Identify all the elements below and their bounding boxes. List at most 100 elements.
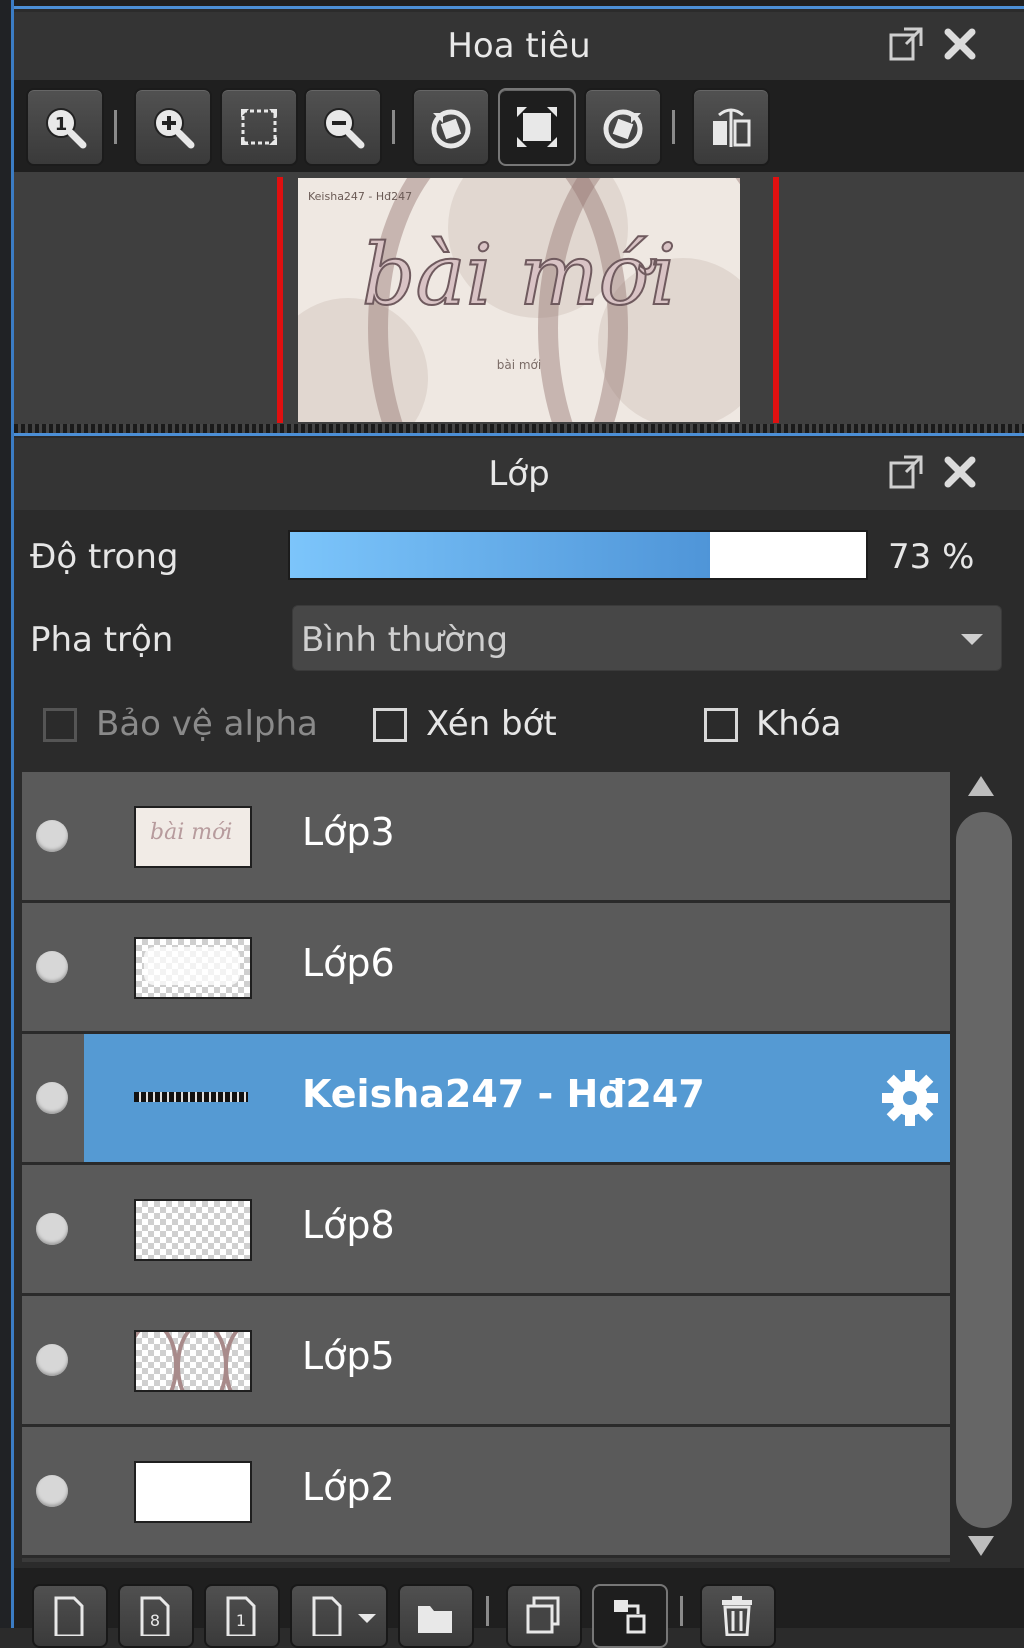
layer-name: Lớp6 <box>302 941 395 985</box>
visibility-toggle[interactable] <box>36 1344 68 1376</box>
rotate-right-icon <box>603 109 643 149</box>
folder-icon <box>418 1606 452 1633</box>
layer-name: Lớp8 <box>302 1203 395 1247</box>
opacity-value: 73 % <box>888 537 975 577</box>
reset-rotation-icon <box>517 107 557 147</box>
trash-icon <box>722 1596 752 1636</box>
close-icon[interactable] <box>940 452 980 492</box>
zoom-actual-button[interactable]: 1 <box>26 88 104 166</box>
layers-header: Lớp <box>14 438 1024 510</box>
view-frame-right <box>773 177 779 423</box>
layer-row-selected[interactable]: Keisha247 - Hđ247 <box>22 1034 950 1165</box>
protect-alpha-checkbox[interactable] <box>43 708 77 742</box>
undock-icon[interactable] <box>886 24 926 64</box>
new-8bit-layer-button[interactable]: 8 <box>118 1584 194 1648</box>
preview-caption: Keisha247 - Hđ247 <box>308 190 413 203</box>
layer-thumbnail <box>134 937 252 999</box>
svg-text:8: 8 <box>150 1611 160 1630</box>
blend-mode-value: Bình thường <box>301 620 509 660</box>
layer-list: bài mới Lớp3 Lớp6 Keisha247 - Hđ247 Lớp8… <box>22 772 950 1562</box>
opacity-label: Độ trong <box>30 537 179 577</box>
new-1bit-layer-button[interactable]: 1 <box>204 1584 280 1648</box>
layer-thumbnail-art: bài mới <box>150 820 233 845</box>
opacity-slider[interactable] <box>288 530 868 580</box>
clipping-label: Xén bớt <box>426 704 557 744</box>
fit-screen-button[interactable] <box>220 88 298 166</box>
svg-text:1: 1 <box>55 114 68 135</box>
preview-title-art: bài mới <box>361 225 678 325</box>
toolbar-separator <box>672 110 675 144</box>
layers-title: Lớp <box>488 454 550 494</box>
merge-down-button[interactable] <box>592 1584 668 1648</box>
zoom-out-button[interactable] <box>304 88 382 166</box>
svg-text:1: 1 <box>236 1611 246 1630</box>
layer-row[interactable]: Lớp5 <box>22 1296 950 1427</box>
visibility-toggle[interactable] <box>36 820 68 852</box>
new-1bit-layer-icon: 1 <box>226 1596 256 1636</box>
layer-thumbnail <box>134 1330 252 1392</box>
top-accent-bar <box>14 0 1024 9</box>
duplicate-layer-button[interactable] <box>506 1584 582 1648</box>
layer-name: Lớp5 <box>302 1334 395 1378</box>
new-layer-button[interactable] <box>32 1584 108 1648</box>
layer-row[interactable]: Lớp2 <box>22 1427 950 1558</box>
close-icon[interactable] <box>940 24 980 64</box>
layer-row[interactable]: Lớp8 <box>22 1165 950 1296</box>
new-layer-dropdown-icon <box>312 1596 342 1636</box>
opacity-slider-fill <box>290 532 711 578</box>
add-layer-menu-button[interactable] <box>290 1584 388 1648</box>
visibility-toggle[interactable] <box>36 951 68 983</box>
navigator-header: Hoa tiêu <box>14 12 1024 80</box>
layer-name: Lớp3 <box>302 810 395 854</box>
rotate-left-icon <box>431 109 471 149</box>
navigator-title: Hoa tiêu <box>447 26 591 66</box>
visibility-toggle[interactable] <box>36 1082 68 1114</box>
lock-label: Khóa <box>756 704 842 744</box>
layer-name: Lớp2 <box>302 1465 395 1509</box>
zoom-actual-icon: 1 <box>46 108 87 149</box>
layer-row[interactable]: Lớp6 <box>22 903 950 1034</box>
toolbar-separator <box>392 110 395 144</box>
scroll-thumb[interactable] <box>956 812 1012 1528</box>
visibility-toggle[interactable] <box>36 1475 68 1507</box>
delete-layer-button[interactable] <box>700 1584 776 1648</box>
gear-icon[interactable] <box>880 1068 940 1128</box>
rotate-left-button[interactable] <box>412 88 490 166</box>
blend-mode-label: Pha trộn <box>30 620 174 660</box>
clipping-checkbox[interactable] <box>373 708 407 742</box>
layer-list-scrollbar[interactable] <box>954 772 1014 1562</box>
duplicate-icon <box>526 1596 560 1634</box>
layer-thumbnail <box>134 1199 252 1261</box>
flip-horizontal-button[interactable] <box>692 88 770 166</box>
visibility-toggle[interactable] <box>36 1213 68 1245</box>
merge-down-icon <box>614 1600 646 1634</box>
new-8bit-layer-icon: 8 <box>140 1596 170 1636</box>
toolbar-separator <box>680 1596 683 1626</box>
layer-thumbnail <box>134 1461 252 1523</box>
chevron-down-icon <box>961 634 983 645</box>
new-folder-button[interactable] <box>398 1584 474 1648</box>
rotate-right-button[interactable] <box>584 88 662 166</box>
layer-thumbnail: bài mới <box>134 806 252 868</box>
undock-icon[interactable] <box>886 452 926 492</box>
chevron-down-icon <box>358 1614 376 1623</box>
lock-checkbox[interactable] <box>704 708 738 742</box>
window-left-edge <box>0 0 14 1628</box>
layer-thumbnail <box>134 1068 248 1126</box>
layers-toolbar: 8 1 <box>14 1568 1024 1648</box>
new-page-icon <box>54 1596 84 1636</box>
scroll-up-icon[interactable] <box>968 776 994 796</box>
zoom-in-icon <box>154 108 195 149</box>
view-frame-left <box>277 177 283 423</box>
toolbar-separator <box>114 110 117 144</box>
toolbar-separator <box>486 1596 489 1626</box>
zoom-in-button[interactable] <box>134 88 212 166</box>
blend-mode-select[interactable]: Bình thường <box>292 605 1002 671</box>
panel-splitter[interactable] <box>14 424 1024 436</box>
preview-subtitle: bài mới <box>496 358 542 372</box>
layer-name: Keisha247 - Hđ247 <box>302 1072 705 1116</box>
reset-rotation-button[interactable] <box>498 88 576 166</box>
layer-row[interactable]: bài mới Lớp3 <box>22 772 950 903</box>
fit-screen-icon <box>241 109 277 145</box>
scroll-down-icon[interactable] <box>968 1536 994 1556</box>
